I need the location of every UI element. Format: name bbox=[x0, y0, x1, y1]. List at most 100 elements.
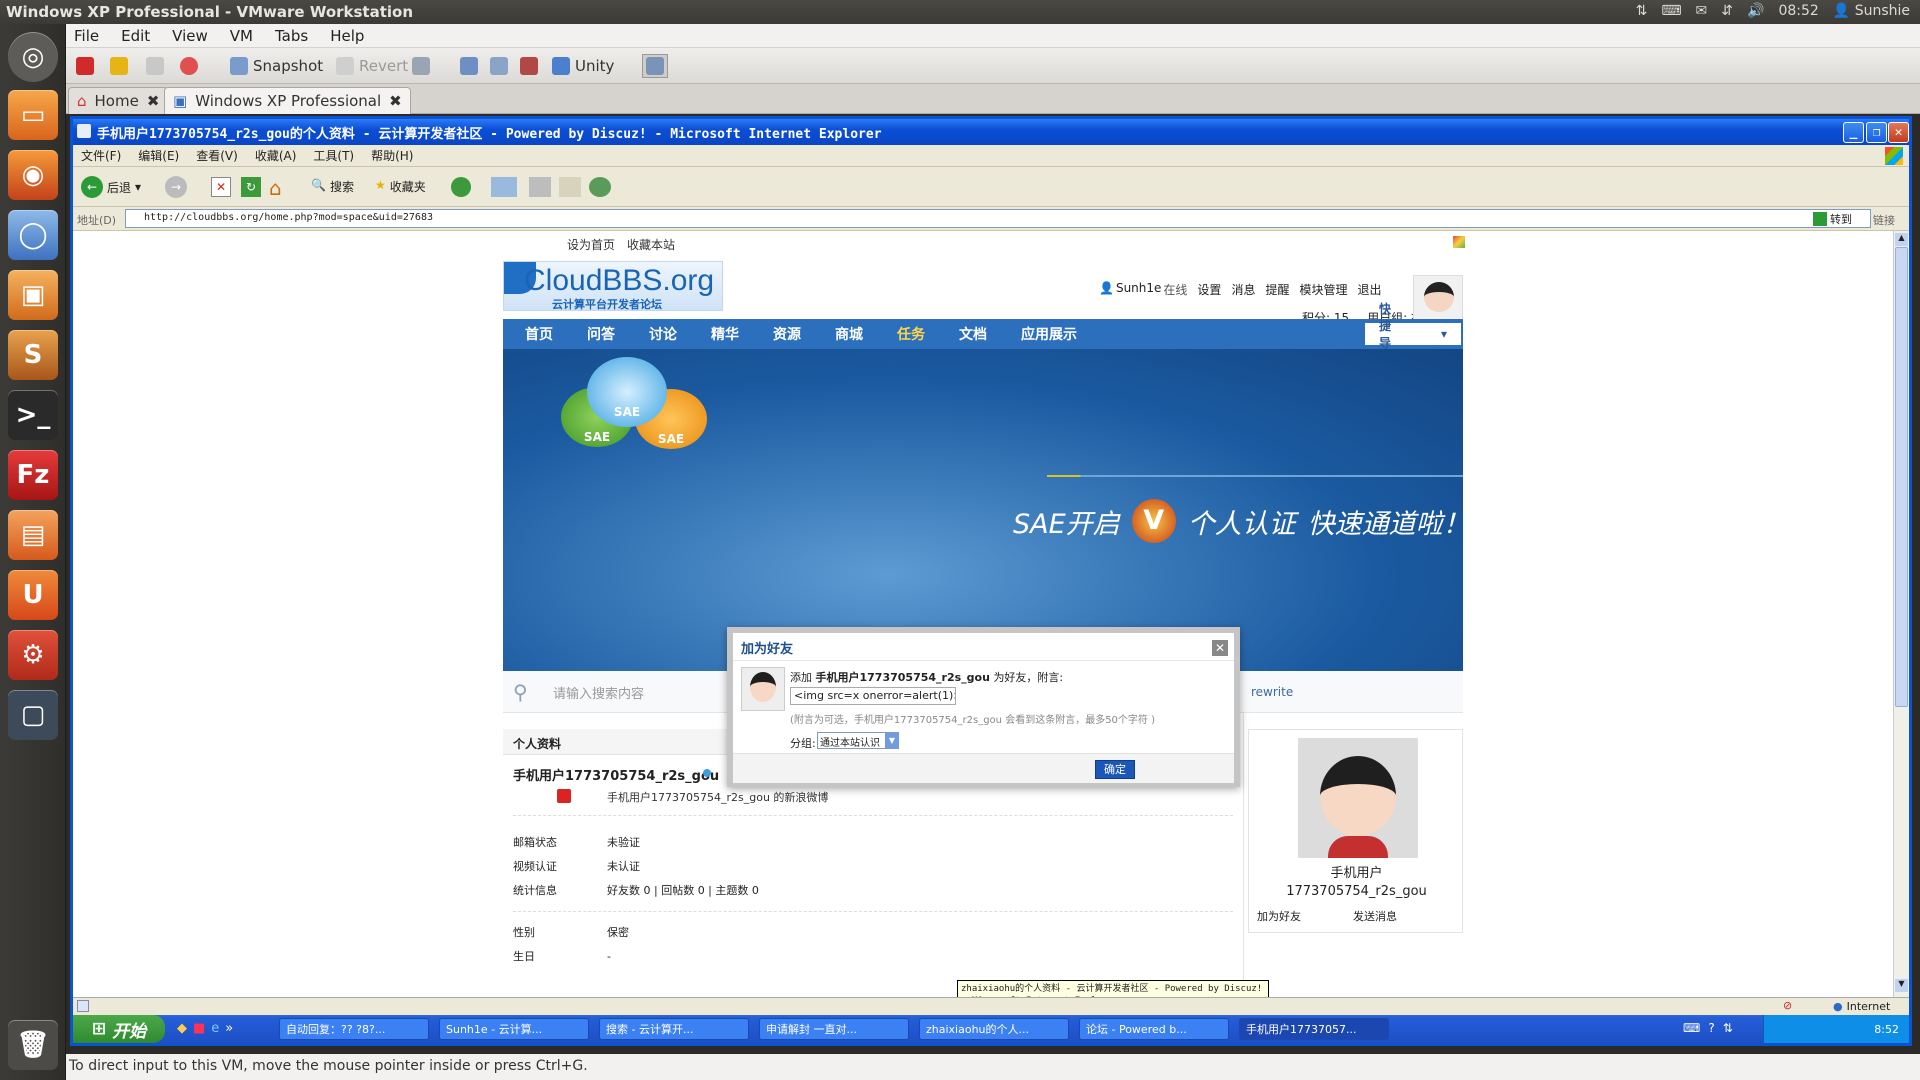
go-button[interactable]: 转到 bbox=[1813, 211, 1852, 227]
weibo-icon[interactable] bbox=[557, 789, 571, 803]
quick-nav-button[interactable]: 快捷导航▾ bbox=[1365, 302, 1461, 367]
close-icon[interactable]: ✖ bbox=[389, 92, 402, 110]
volume-icon[interactable]: 🔊 bbox=[1747, 3, 1764, 19]
row-value[interactable]: 好友数 0 | 回帖数 0 | 主题数 0 bbox=[607, 879, 759, 903]
media-icon[interactable]: ■ bbox=[193, 1021, 205, 1036]
back-button[interactable]: ← 后退 ▾ bbox=[81, 176, 141, 198]
scroll-thumb[interactable] bbox=[1895, 247, 1908, 707]
tab-windows-xp[interactable]: ▣ Windows XP Professional ✖ bbox=[164, 87, 411, 114]
close-button[interactable]: ✕ bbox=[1888, 122, 1909, 143]
scroll-up-icon[interactable]: ▲ bbox=[1895, 233, 1908, 246]
confirm-button[interactable]: 确定 bbox=[1095, 760, 1135, 779]
ubuntu-one-icon[interactable]: U bbox=[8, 570, 58, 620]
address-input[interactable]: http://cloudbbs.org/home.php?mod=space&u… bbox=[125, 209, 1871, 228]
vmware-icon[interactable]: ▣ bbox=[8, 270, 58, 320]
keyboard-icon[interactable]: ⌨ bbox=[1661, 3, 1681, 19]
nav-tasks[interactable]: 任务 bbox=[880, 324, 942, 344]
mail-button[interactable] bbox=[491, 177, 517, 197]
history-button[interactable] bbox=[451, 177, 471, 197]
tab-home[interactable]: ⌂ Home ✖ bbox=[68, 87, 169, 114]
keyboard-icon[interactable]: ⌨ bbox=[1683, 1021, 1700, 1035]
software-center-icon[interactable]: ▤ bbox=[8, 510, 58, 560]
files-icon[interactable]: ▭ bbox=[8, 90, 58, 140]
suspend-button[interactable] bbox=[110, 54, 128, 78]
messages-link[interactable]: 消息 bbox=[1231, 281, 1255, 298]
taskbar-item[interactable]: 搜索 - 云计算开... bbox=[599, 1018, 749, 1040]
taskbar-item[interactable]: zhaixiaohu的个人... bbox=[919, 1018, 1069, 1040]
revert-button[interactable]: Revert bbox=[336, 54, 408, 78]
workspace-icon[interactable]: ▢ bbox=[8, 690, 58, 740]
home-button[interactable]: ⌂ bbox=[269, 176, 282, 200]
sidebar-toggle-button[interactable] bbox=[460, 54, 478, 78]
links-label[interactable]: 链接 bbox=[1873, 212, 1895, 228]
user-avatar[interactable] bbox=[1413, 275, 1463, 325]
mail-icon[interactable]: ✉ bbox=[1696, 3, 1708, 19]
ie-menu-file[interactable]: 文件(F) bbox=[81, 147, 121, 164]
power-off-button[interactable] bbox=[76, 54, 94, 78]
menu-edit[interactable]: Edit bbox=[121, 27, 150, 45]
fullscreen-button[interactable] bbox=[520, 54, 538, 78]
taskbar-item[interactable]: 申请解封 一直对... bbox=[759, 1018, 909, 1040]
dropdown-arrow-icon[interactable]: ▾ bbox=[135, 180, 141, 194]
edit-button[interactable] bbox=[559, 177, 581, 197]
settings-link[interactable]: 设置 bbox=[1197, 281, 1221, 298]
stop-button[interactable]: ✕ bbox=[211, 177, 231, 197]
maximize-button[interactable]: ❐ bbox=[1866, 122, 1887, 143]
profile-avatar[interactable] bbox=[1298, 738, 1418, 858]
nav-home[interactable]: 首页 bbox=[503, 324, 570, 344]
menu-file[interactable]: File bbox=[74, 27, 99, 45]
send-message-link[interactable]: 发送消息 bbox=[1353, 908, 1397, 924]
weibo-link[interactable]: 手机用户1773705754_r2s_gou 的新浪微博 bbox=[607, 789, 828, 805]
dialog-close-icon[interactable]: ✕ bbox=[1212, 640, 1228, 656]
notifications-link[interactable]: 提醒 bbox=[1265, 281, 1289, 298]
print-button[interactable] bbox=[529, 177, 551, 197]
unity-button[interactable]: Unity bbox=[552, 54, 614, 78]
minimize-button[interactable]: _ bbox=[1843, 122, 1864, 143]
menu-view[interactable]: View bbox=[172, 27, 208, 45]
transfer-icon[interactable]: ⇵ bbox=[1721, 3, 1733, 19]
bookmark-link[interactable]: 收藏本站 bbox=[627, 236, 675, 253]
nav-mall[interactable]: 商城 bbox=[818, 324, 880, 344]
taskbar-item[interactable]: 论坛 - Powered b... bbox=[1079, 1018, 1229, 1040]
view-toggle-button[interactable] bbox=[642, 54, 668, 78]
vertical-scrollbar[interactable]: ▲ ▼ bbox=[1893, 231, 1909, 997]
username[interactable]: Sunh1e bbox=[1116, 281, 1161, 298]
trash-icon[interactable]: 🗑 bbox=[8, 1020, 58, 1070]
chevron-icon[interactable]: » bbox=[225, 1021, 233, 1036]
menu-vm[interactable]: VM bbox=[230, 27, 253, 45]
banner[interactable]: SAE SAE SAE SAE开启 V 个人认证 快速通道啦！ bbox=[503, 349, 1470, 671]
ie-menu-edit[interactable]: 编辑(E) bbox=[138, 147, 179, 164]
taskbar-item[interactable]: 自动回复：?? ?8?... bbox=[279, 1018, 429, 1040]
ie-menu-tools[interactable]: 工具(T) bbox=[313, 147, 354, 164]
ie-menu-help[interactable]: 帮助(H) bbox=[371, 147, 413, 164]
settings-icon[interactable]: ⚙ bbox=[8, 630, 58, 680]
xp-clock[interactable]: 8:52 bbox=[1874, 1023, 1899, 1036]
site-search-input[interactable]: 请输入搜索内容 bbox=[547, 679, 727, 705]
reset-button[interactable] bbox=[180, 54, 198, 78]
note-input[interactable]: <img src=x onerror=alert(1)> bbox=[790, 687, 956, 705]
ie-menu-view[interactable]: 查看(V) bbox=[196, 147, 238, 164]
power-on-button[interactable] bbox=[146, 54, 164, 78]
console-button[interactable] bbox=[490, 54, 508, 78]
menu-help[interactable]: Help bbox=[330, 27, 364, 45]
refresh-button[interactable]: ↻ bbox=[241, 177, 261, 197]
rewrite-link[interactable]: rewrite bbox=[1251, 685, 1293, 699]
site-logo[interactable]: CloudBBS.org 云计算平台开发者论坛 bbox=[503, 261, 723, 311]
module-manage-link[interactable]: 模块管理 bbox=[1299, 281, 1347, 298]
taskbar-item[interactable]: Sunh1e - 云计算... bbox=[439, 1018, 589, 1040]
dash-icon[interactable]: ◎ bbox=[8, 32, 58, 82]
nav-resources[interactable]: 资源 bbox=[756, 324, 818, 344]
sublime-icon[interactable]: S bbox=[8, 330, 58, 380]
filezilla-icon[interactable]: Fz bbox=[8, 450, 58, 500]
ie-menu-favorites[interactable]: 收藏(A) bbox=[255, 147, 297, 164]
set-homepage-link[interactable]: 设为首页 bbox=[567, 236, 615, 253]
network-icon[interactable]: ⇅ bbox=[1636, 3, 1648, 19]
start-button[interactable]: ⊞ 开始 bbox=[73, 1015, 165, 1043]
search-button[interactable]: 🔍 搜索 bbox=[311, 178, 354, 195]
ie-quick-icon[interactable]: e bbox=[211, 1021, 219, 1036]
popup-blocked-icon[interactable]: ⊘ bbox=[1783, 999, 1792, 1012]
scroll-down-icon[interactable]: ▼ bbox=[1895, 979, 1908, 992]
add-friend-link[interactable]: 加为好友 bbox=[1257, 908, 1301, 924]
forward-button[interactable]: → bbox=[165, 176, 187, 198]
style-switch-icon[interactable] bbox=[1453, 236, 1465, 248]
